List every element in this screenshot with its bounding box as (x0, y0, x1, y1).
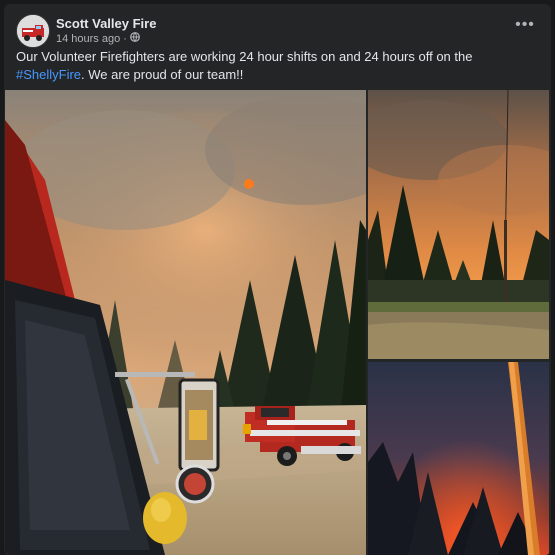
globe-icon (129, 32, 140, 45)
photo-main[interactable] (5, 90, 366, 555)
page-avatar[interactable] (16, 14, 50, 48)
photo-smoke-sky[interactable] (368, 90, 549, 359)
separator-dot: · (123, 32, 127, 45)
hashtag-link[interactable]: #ShellyFire (16, 67, 81, 82)
post-meta: 14 hours ago · (56, 32, 140, 45)
post-text-after: . We are proud of our team!! (81, 67, 244, 82)
more-options-icon[interactable]: ••• (513, 17, 537, 36)
post-text: Our Volunteer Firefighters are working 2… (16, 48, 536, 84)
post-header: Scott Valley Fire 14 hours ago · ••• (16, 10, 539, 50)
post-card: Scott Valley Fire 14 hours ago · ••• Our… (4, 4, 551, 555)
photo-grid (5, 90, 551, 555)
post-time[interactable]: 14 hours ago (56, 33, 120, 45)
page-name[interactable]: Scott Valley Fire (56, 16, 156, 31)
post-text-before: Our Volunteer Firefighters are working 2… (16, 49, 473, 64)
photo-night-fire[interactable] (368, 362, 549, 555)
